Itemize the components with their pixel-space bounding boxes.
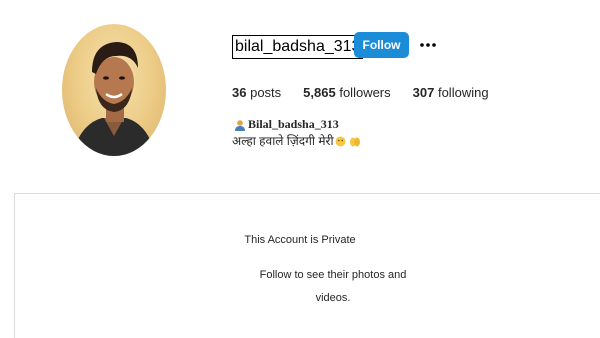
following-count[interactable]: 307 following (413, 85, 489, 101)
followers-count[interactable]: 5,865 followers (303, 85, 390, 101)
private-account-title: This Account is Private (244, 234, 356, 246)
profile-stats: 36 posts 5,865 followers 307 following (232, 85, 511, 101)
more-dots-icon (420, 43, 436, 47)
profile-avatar[interactable] (62, 24, 166, 156)
bio-text: अल्हा हवाले ज़िंदगी मेरी (232, 134, 361, 149)
posts-count: 36 posts (232, 85, 282, 100)
bio-name: Bilal_badsha_313 (234, 117, 339, 132)
person-emoji-icon (235, 119, 245, 131)
profile-username: bilal_badsha_313 (232, 35, 364, 59)
private-account-subtitle: Follow to see their photos and videos. (259, 269, 407, 304)
more-options-button[interactable] (419, 37, 437, 53)
avatar-photo (72, 42, 156, 156)
folded-hands-emoji-icon (349, 137, 360, 147)
praying-face-emoji-icon (335, 136, 346, 147)
follow-button[interactable]: Follow (354, 32, 409, 58)
